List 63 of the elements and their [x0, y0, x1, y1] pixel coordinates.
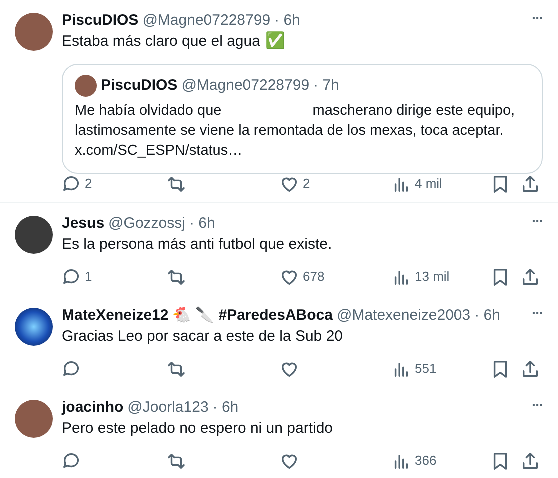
- bookmark-icon[interactable]: [491, 360, 510, 378]
- post-text: Pero este pelado no espero ni un partido: [62, 419, 334, 439]
- user-name[interactable]: PiscuDIOS: [62, 11, 139, 31]
- user-name[interactable]: MateXeneize12: [62, 306, 169, 326]
- user-handle[interactable]: @Gozzossj: [108, 214, 186, 234]
- post-text: Es la persona más anti futbol que existe.: [62, 235, 332, 255]
- more-button[interactable]: ···: [532, 211, 543, 231]
- action-count: 2: [85, 175, 92, 194]
- user-name[interactable]: joacinho: [62, 398, 124, 418]
- check-emoji: ✅: [265, 32, 286, 52]
- bookmark-icon[interactable]: [491, 452, 510, 470]
- heart-icon[interactable]: [280, 174, 299, 194]
- post-text: Estaba más claro que el agua: [62, 32, 260, 52]
- bookmark-icon[interactable]: [491, 268, 510, 286]
- name-emoji: 🐔: [172, 306, 192, 326]
- user-name[interactable]: Jesus: [62, 214, 105, 234]
- user-handle[interactable]: @Matexeneize2003: [336, 306, 471, 326]
- user-handle: @Magne07228799: [182, 76, 310, 96]
- post-time: · 6h: [189, 214, 216, 234]
- link[interactable]: x.com/SC_ESPN/status…: [75, 141, 530, 161]
- more-button[interactable]: ···: [532, 8, 543, 28]
- action-count: 551: [415, 360, 437, 378]
- repost-icon[interactable]: [167, 360, 186, 378]
- user-handle[interactable]: @Joorla123: [128, 398, 209, 418]
- speech-bubble-icon[interactable]: [62, 268, 81, 286]
- post-time: · 7h: [314, 76, 340, 96]
- repost-icon[interactable]: [167, 174, 186, 194]
- speech-bubble-icon[interactable]: [62, 360, 81, 378]
- heart-icon[interactable]: [280, 268, 299, 286]
- post-time: · 6h: [274, 11, 300, 31]
- action-count: 4 mil: [415, 175, 442, 194]
- post-time: · 6h: [474, 306, 500, 326]
- hashtag[interactable]: #ParedesABoca: [218, 306, 333, 326]
- share-icon[interactable]: [521, 268, 540, 286]
- heart-icon[interactable]: [280, 452, 299, 470]
- action-count: 1: [85, 268, 92, 286]
- quoted-post-text: Me había olvidado que mascherano dirige este equipo, lastimosamente se viene la remontada de los mexas, toca aceptar.: [75, 102, 516, 141]
- post-text: Gracias Leo por sacar a este de la Sub 20: [62, 327, 344, 347]
- share-icon[interactable]: [521, 452, 540, 470]
- bookmark-icon[interactable]: [491, 174, 510, 194]
- heart-icon[interactable]: [280, 360, 299, 378]
- name-emoji: 🔪: [196, 306, 215, 326]
- action-count: 678: [303, 268, 325, 286]
- more-button[interactable]: ···: [532, 395, 543, 415]
- user-name: PiscuDIOS: [101, 76, 178, 96]
- post-time: · 6h: [212, 398, 239, 418]
- avatar[interactable]: [15, 216, 53, 254]
- action-count: 13 mil: [415, 268, 450, 286]
- quoted-post-card[interactable]: PiscuDIOS @Magne07228799 · 7h Me había olvidado que mascherano dirige este equipo, lastimosamente se viene la remontada de los mexas, toca aceptar. x.com/SC_ESPN/status…: [62, 64, 543, 174]
- avatar[interactable]: [15, 308, 53, 346]
- share-icon[interactable]: [521, 174, 540, 194]
- action-count: 2: [303, 175, 310, 194]
- speech-bubble-icon[interactable]: [62, 174, 81, 194]
- avatar[interactable]: [15, 13, 53, 51]
- action-count: 366: [415, 452, 437, 470]
- avatar[interactable]: [75, 75, 97, 97]
- repost-icon[interactable]: [167, 268, 186, 286]
- share-icon[interactable]: [521, 360, 540, 378]
- speech-bubble-icon[interactable]: [62, 452, 81, 470]
- more-button[interactable]: ···: [532, 303, 543, 323]
- avatar[interactable]: [15, 400, 53, 438]
- repost-icon[interactable]: [167, 452, 186, 470]
- user-handle[interactable]: @Magne07228799: [142, 11, 271, 31]
